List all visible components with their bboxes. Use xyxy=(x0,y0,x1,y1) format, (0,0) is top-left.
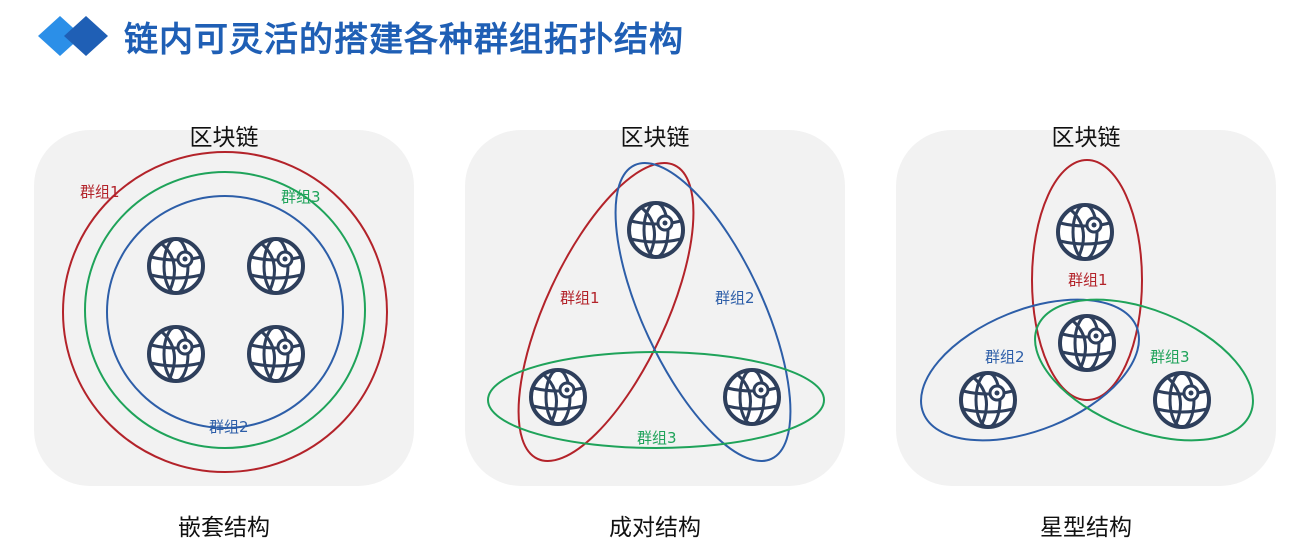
group2-ellipse xyxy=(614,162,792,462)
panel-pairwise-caption: 成对结构 xyxy=(609,515,701,541)
group1-label: 群组1 xyxy=(80,183,120,201)
globe-icon xyxy=(147,325,205,383)
group3-label: 群组3 xyxy=(281,188,321,206)
group2-label: 群组2 xyxy=(715,289,755,307)
group2-label: 群组2 xyxy=(209,418,249,436)
globe-icon xyxy=(1056,203,1114,261)
globe-icon xyxy=(723,368,781,426)
globe-icon xyxy=(1153,371,1211,429)
globe-icon xyxy=(247,325,305,383)
globe-icon xyxy=(147,237,205,295)
globe-icon xyxy=(529,368,587,426)
group2-ring xyxy=(106,195,344,429)
group3-ring xyxy=(84,171,366,449)
group1-ellipse xyxy=(517,162,695,462)
pairwise-structure: 群组1 群组2 群组3 xyxy=(487,162,825,462)
group1-label: 群组1 xyxy=(560,289,600,307)
panel-star-caption: 星型结构 xyxy=(1040,515,1132,541)
panel-nested-caption: 嵌套结构 xyxy=(178,515,270,541)
star-structure: 群组1 群组2 群组3 xyxy=(920,159,1254,442)
nested-structure: 群组1 群组3 群组2 xyxy=(62,151,388,473)
globe-icon xyxy=(247,237,305,295)
globe-icon xyxy=(959,371,1017,429)
group3-label: 群组3 xyxy=(637,429,677,447)
group1-label: 群组1 xyxy=(1068,271,1108,289)
group2-label: 群组2 xyxy=(985,348,1025,366)
globe-icon xyxy=(1058,314,1116,372)
group3-label: 群组3 xyxy=(1150,348,1190,366)
topology-diagrams: 群组1 群组3 群组2 群组1 群组2 群组3 群组1 群组2 群组3 xyxy=(62,151,1254,473)
globe-icon xyxy=(627,201,685,259)
